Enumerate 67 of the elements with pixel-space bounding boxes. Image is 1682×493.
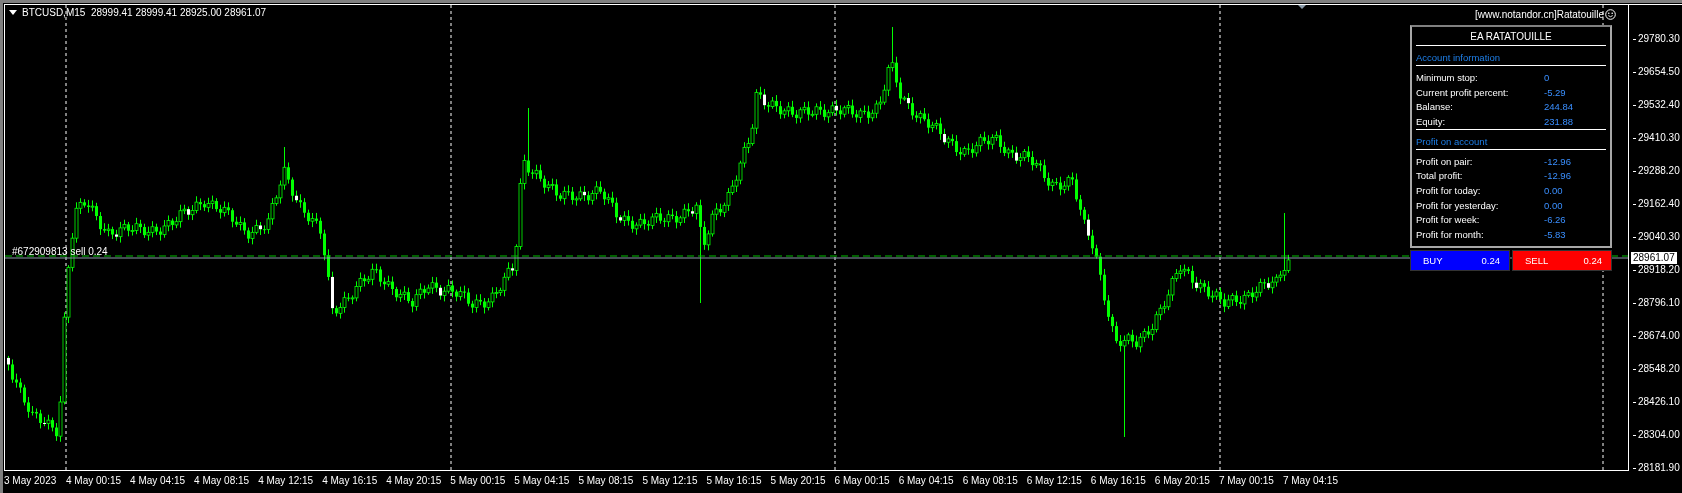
price-tick-label: 28918.20 xyxy=(1633,264,1680,276)
time-tick-label: 3 May 2023 xyxy=(4,475,57,487)
chart-label: [www.notandor.cn]Ratatouille xyxy=(1475,9,1604,20)
info-label: Profit for today: xyxy=(1416,184,1482,196)
info-label: Profit for month: xyxy=(1416,229,1485,241)
time-tick-label: 4 May 16:15 xyxy=(322,475,378,487)
time-tick-label: 5 May 20:15 xyxy=(770,475,826,487)
time-tick-label: 4 May 04:15 xyxy=(130,475,186,487)
info-value: -5.29 xyxy=(1544,86,1566,98)
time-tick-label: 4 May 00:15 xyxy=(66,475,122,487)
info-label: Profit on pair: xyxy=(1416,155,1474,167)
info-label: Current profit percent: xyxy=(1416,86,1510,98)
time-tick-label: 7 May 00:15 xyxy=(1218,475,1274,487)
section-heading: Profit on account xyxy=(1416,128,1606,150)
info-label: Equity: xyxy=(1416,115,1447,127)
price-tick-label: 29532.40 xyxy=(1633,99,1680,111)
price-tick-label: 28304.00 xyxy=(1633,429,1680,441)
info-label: Minimum stop: xyxy=(1416,71,1479,83)
time-tick-label: 5 May 04:15 xyxy=(514,475,570,487)
price-tick-label: 28796.10 xyxy=(1633,297,1680,309)
chart-symbol: BTCUSD,M15 28999.41 28999.41 28925.00 28961.07 xyxy=(22,7,267,18)
info-label: Profit for yesterday: xyxy=(1416,199,1500,211)
buy-button[interactable]: BUY 0.24 xyxy=(1410,250,1510,271)
info-value: -5.83 xyxy=(1544,229,1566,241)
info-value: 0 xyxy=(1544,71,1550,83)
price-tick-label: 29288.20 xyxy=(1633,165,1680,177)
info-value: -12.96 xyxy=(1544,155,1571,167)
info-value: 0.00 xyxy=(1544,184,1563,196)
info-label: Profit for week: xyxy=(1416,214,1481,226)
price-tick-label: 29780.30 xyxy=(1633,33,1680,45)
info-value: 231.88 xyxy=(1544,115,1574,127)
panel-title: EA RATATOUILLE xyxy=(1416,27,1606,46)
price-tick-label: 28548.20 xyxy=(1633,363,1680,375)
time-tick-label: 7 May 04:15 xyxy=(1282,475,1338,487)
info-value: -12.96 xyxy=(1544,170,1571,182)
price-tick-label: 29410.30 xyxy=(1633,132,1680,144)
time-tick-label: 5 May 12:15 xyxy=(642,475,698,487)
time-tick-label: 4 May 20:15 xyxy=(386,475,442,487)
price-tick-label: 28674.00 xyxy=(1633,330,1680,342)
time-tick-label: 6 May 12:15 xyxy=(1026,475,1082,487)
current-price-label: 28961.07 xyxy=(1631,252,1677,264)
info-label: Total profit: xyxy=(1416,170,1464,182)
time-tick-label: 6 May 20:15 xyxy=(1154,475,1210,487)
sell-button[interactable]: SELL 0.24 xyxy=(1512,250,1612,271)
time-tick-label: 5 May 16:15 xyxy=(706,475,762,487)
price-tick-label: 29162.40 xyxy=(1633,198,1680,210)
time-tick-label: 5 May 00:15 xyxy=(450,475,506,487)
time-tick-label: 4 May 12:15 xyxy=(258,475,314,487)
time-tick-label: 6 May 00:15 xyxy=(834,475,890,487)
price-tick-label: 28181.90 xyxy=(1633,462,1680,474)
dropdown-icon[interactable] xyxy=(9,9,17,16)
time-tick-label: 6 May 04:15 xyxy=(898,475,954,487)
time-tick-label: 4 May 08:15 xyxy=(194,475,250,487)
price-tick-label: 29654.50 xyxy=(1633,66,1680,78)
time-tick-label: 6 May 08:15 xyxy=(962,475,1018,487)
time-tick-label: 6 May 16:15 xyxy=(1090,475,1146,487)
shift-marker-icon xyxy=(1298,5,1306,9)
info-value: -6.26 xyxy=(1544,214,1566,226)
order-label: #672909813 sell 0.24 xyxy=(12,246,108,258)
info-value: 0.00 xyxy=(1544,199,1563,211)
info-label: Balanse: xyxy=(1416,101,1454,113)
smiley-icon xyxy=(1605,9,1616,20)
price-tick-label: 29040.30 xyxy=(1633,231,1680,243)
section-heading: Account information xyxy=(1416,46,1606,66)
price-tick-label: 28426.10 xyxy=(1633,396,1680,408)
time-tick-label: 5 May 08:15 xyxy=(578,475,634,487)
info-value: 244.84 xyxy=(1544,101,1574,113)
